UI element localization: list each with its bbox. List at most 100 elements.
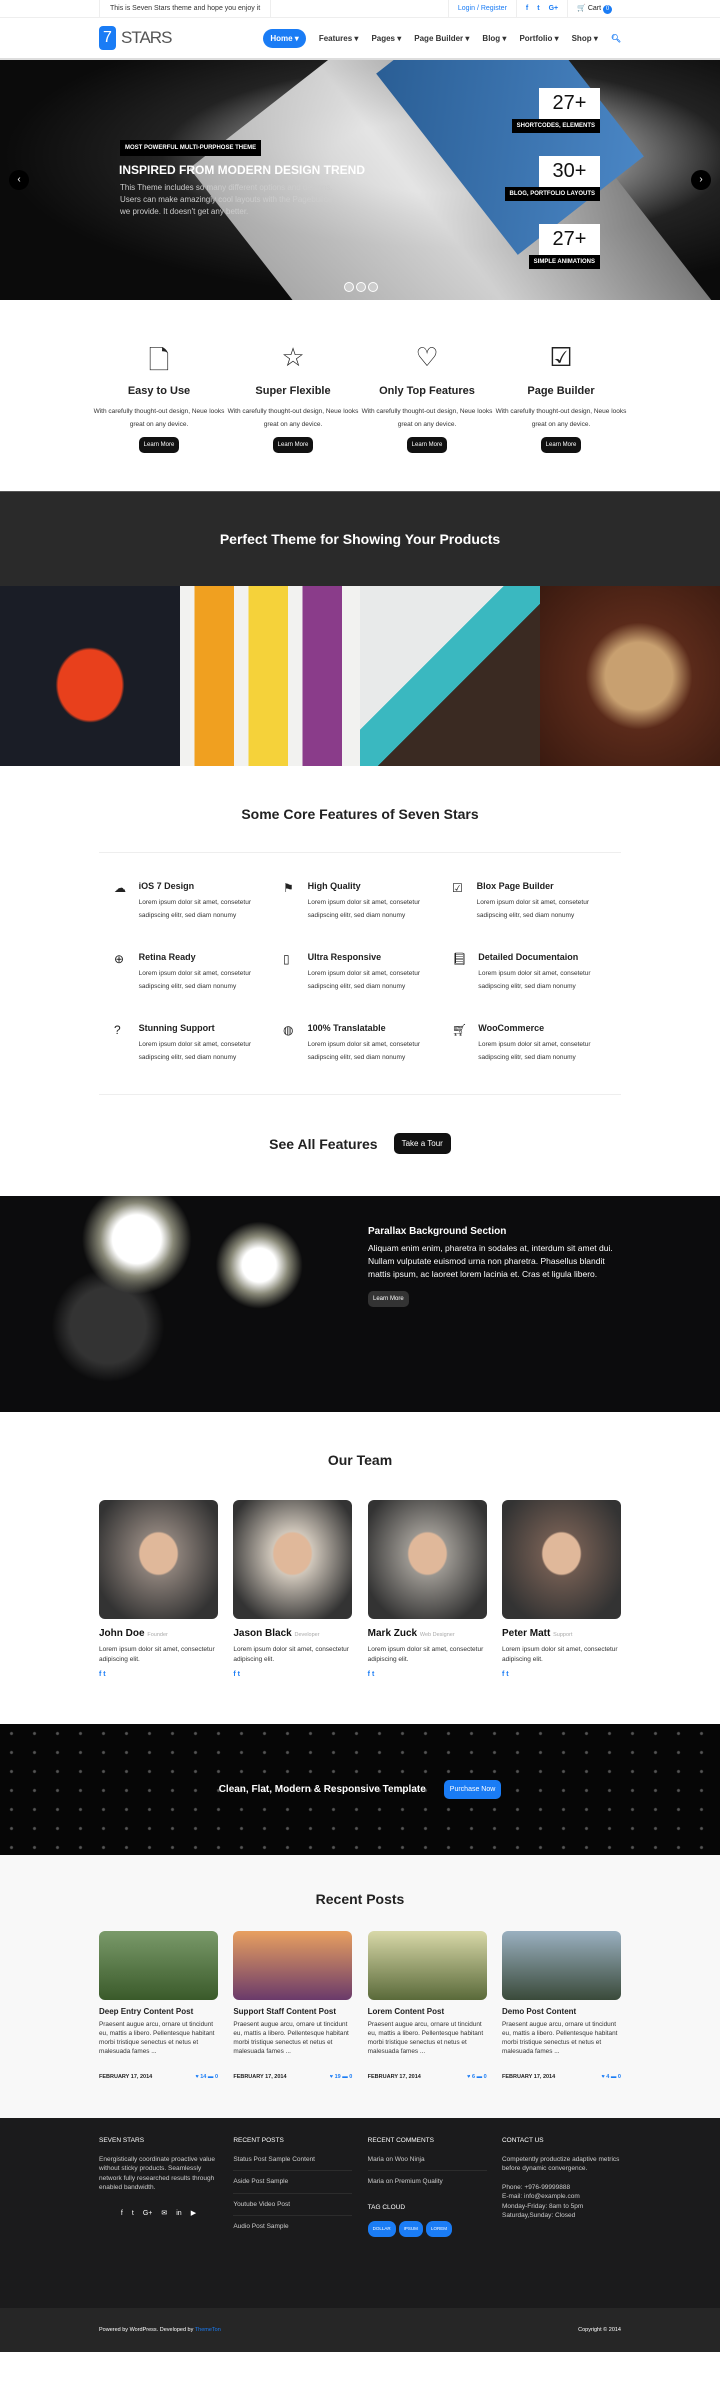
twitter-icon[interactable]: t — [506, 1671, 508, 1678]
core-feature-desc: Lorem ipsum dolor sit amet, consetetur s… — [478, 970, 591, 990]
nav-shop[interactable]: Shop ▾ — [572, 34, 598, 43]
facebook-icon[interactable]: f — [368, 1671, 370, 1678]
facebook-icon[interactable]: f — [99, 1671, 101, 1678]
twitter-icon[interactable]: t — [132, 2209, 134, 2219]
post-image[interactable] — [99, 1931, 218, 2000]
member-bio: Lorem ipsum dolor sit amet, consectetur … — [367, 1646, 484, 1663]
product-image[interactable] — [360, 586, 540, 766]
book-icon: 📘︎ — [452, 952, 468, 966]
team-photo — [501, 1500, 621, 1619]
facebook-icon[interactable]: f — [502, 1671, 504, 1678]
post-title[interactable]: Support Staff Content Post — [233, 2007, 352, 2016]
stat-label: SIMPLE ANIMATIONS — [528, 255, 600, 269]
member-name: Peter Matt — [501, 1628, 551, 1639]
product-image[interactable] — [0, 586, 180, 766]
tag-link[interactable]: DOLLAR — [367, 2221, 396, 2237]
comment-icon[interactable]: ▬ — [208, 2074, 214, 2080]
facebook-icon[interactable]: f — [121, 2209, 123, 2219]
logo[interactable]: 7 STARS — [99, 26, 172, 50]
check-square-icon: ☑ — [549, 342, 573, 372]
slide-dot[interactable] — [344, 282, 354, 292]
core-feature-item: ▯ Ultra Responsive Lorem ipsum dolor sit a… — [283, 952, 452, 993]
post-title[interactable]: Demo Post Content — [502, 2007, 621, 2016]
tag-link[interactable]: LOREM — [425, 2221, 452, 2237]
nav-page-builder[interactable]: Page Builder ▾ — [414, 34, 469, 43]
core-feature-desc: Lorem ipsum dolor sit amet, consetetur s… — [138, 1041, 251, 1061]
email-icon[interactable]: ✉ — [161, 2209, 167, 2219]
next-slide-arrow-icon[interactable]: › — [691, 170, 711, 190]
heart-icon[interactable]: ♥ — [602, 2074, 605, 2080]
core-feature-title: High Quality — [307, 881, 361, 891]
footer-post-link[interactable]: Youtube Video Post — [233, 2200, 353, 2216]
hero-stat: 27+ SIMPLE ANIMATIONS — [528, 224, 600, 269]
comment-count: 0 — [214, 2074, 218, 2080]
learn-more-button[interactable]: Learn More — [272, 437, 314, 453]
nav-blog[interactable]: Blog ▾ — [482, 34, 506, 43]
search-icon[interactable]: 🔍︎ — [611, 34, 621, 43]
contact-hours: Monday-Friday: 8am to 5pm — [501, 2202, 584, 2210]
twitter-icon[interactable]: t — [103, 1671, 105, 1678]
comment-icon[interactable]: ▬ — [342, 2074, 348, 2080]
nav-pages[interactable]: Pages ▾ — [371, 34, 401, 43]
linkedin-icon[interactable]: in — [176, 2209, 181, 2219]
login-register-link[interactable]: Login / Register — [447, 0, 516, 18]
facebook-icon[interactable]: f — [233, 1671, 235, 1678]
twitter-icon[interactable]: t — [238, 1671, 240, 1678]
google-plus-icon[interactable]: G+ — [143, 2209, 153, 2219]
product-image[interactable] — [540, 586, 720, 766]
main-nav: Home ▾ Features ▾ Pages ▾ Page Builder ▾… — [263, 28, 621, 48]
cta-text: Clean, Flat, Modern & Responsive Templat… — [218, 1784, 426, 1795]
logo-mark: 7 — [99, 26, 116, 50]
developer-link[interactable]: ThemeTon — [195, 2327, 221, 2333]
facebook-icon[interactable]: f — [526, 0, 528, 18]
comment-count: 0 — [349, 2074, 353, 2080]
tag-link[interactable]: IPSUM — [398, 2221, 423, 2237]
footer-post-link[interactable]: Aside Post Sample — [233, 2177, 353, 2194]
google-plus-icon[interactable]: G+ — [549, 0, 559, 18]
nav-home[interactable]: Home ▾ — [263, 28, 306, 48]
stat-number: 27+ — [539, 88, 600, 119]
purchase-now-button[interactable]: Purchase Now — [443, 1780, 502, 1799]
core-feature-title: Stunning Support — [138, 1023, 215, 1033]
powered-by: Powered by WordPress. Developed by Theme… — [99, 2327, 221, 2333]
youtube-icon[interactable]: ▶ — [191, 2209, 196, 2219]
nav-features[interactable]: Features ▾ — [319, 34, 359, 43]
post-title[interactable]: Lorem Content Post — [368, 2007, 487, 2016]
comment-icon[interactable]: ▬ — [477, 2074, 483, 2080]
twitter-icon[interactable]: t — [537, 0, 539, 18]
heart-icon[interactable]: ♥ — [467, 2074, 470, 2080]
twitter-icon[interactable]: t — [372, 1671, 374, 1678]
team-title: Our Team — [327, 1452, 393, 1468]
slide-dot[interactable] — [368, 282, 378, 292]
prev-slide-arrow-icon[interactable]: ‹ — [9, 170, 29, 190]
take-a-tour-button[interactable]: Take a Tour — [393, 1133, 451, 1154]
post-image[interactable] — [501, 1931, 621, 2000]
learn-more-button[interactable]: Learn More — [540, 437, 582, 453]
heart-icon[interactable]: ♥ — [195, 2074, 198, 2080]
comment-icon[interactable]: ▬ — [611, 2074, 617, 2080]
footer-comment-link[interactable]: Maria on Premium Quality — [368, 2177, 487, 2187]
product-image[interactable] — [180, 586, 360, 766]
learn-more-button[interactable]: Learn More — [368, 1291, 409, 1307]
post-image[interactable] — [367, 1931, 487, 2000]
footer-post-link[interactable]: Audio Post Sample — [233, 2222, 352, 2232]
post-date: FEBRUARY 17, 2014 — [367, 2074, 421, 2080]
footer-comment-link[interactable]: Maria on Woo Ninja — [367, 2155, 487, 2171]
learn-more-button[interactable]: Learn More — [406, 437, 448, 453]
learn-more-button[interactable]: Learn More — [138, 437, 180, 453]
post-title[interactable]: Deep Entry Content Post — [99, 2007, 218, 2016]
footer-post-link[interactable]: Status Post Sample Content — [233, 2155, 353, 2171]
core-feature-title: 100% Translatable — [307, 1023, 386, 1033]
copyright: Copyright © 2014 — [578, 2327, 621, 2333]
post-excerpt: Praesent augue arcu, ornare ut tincidunt… — [233, 2021, 349, 2055]
nav-portfolio[interactable]: Portfolio ▾ — [519, 34, 558, 43]
post-image[interactable] — [233, 1931, 353, 2000]
slide-dot[interactable] — [356, 282, 366, 292]
heart-icon[interactable]: ♥ — [330, 2074, 333, 2080]
cart-link[interactable]: 🛒 Cart 0 — [567, 0, 621, 18]
zoom-in-icon: ⊕ — [114, 952, 125, 966]
globe-icon: ◍ — [283, 1023, 294, 1037]
file-icon: 🗋 — [148, 345, 170, 375]
team-member: Mark Zuck Web Designer Lorem ipsum dolor … — [367, 1500, 487, 1678]
post-card: Demo Post Content Praesent augue arcu, or… — [501, 1931, 621, 2080]
